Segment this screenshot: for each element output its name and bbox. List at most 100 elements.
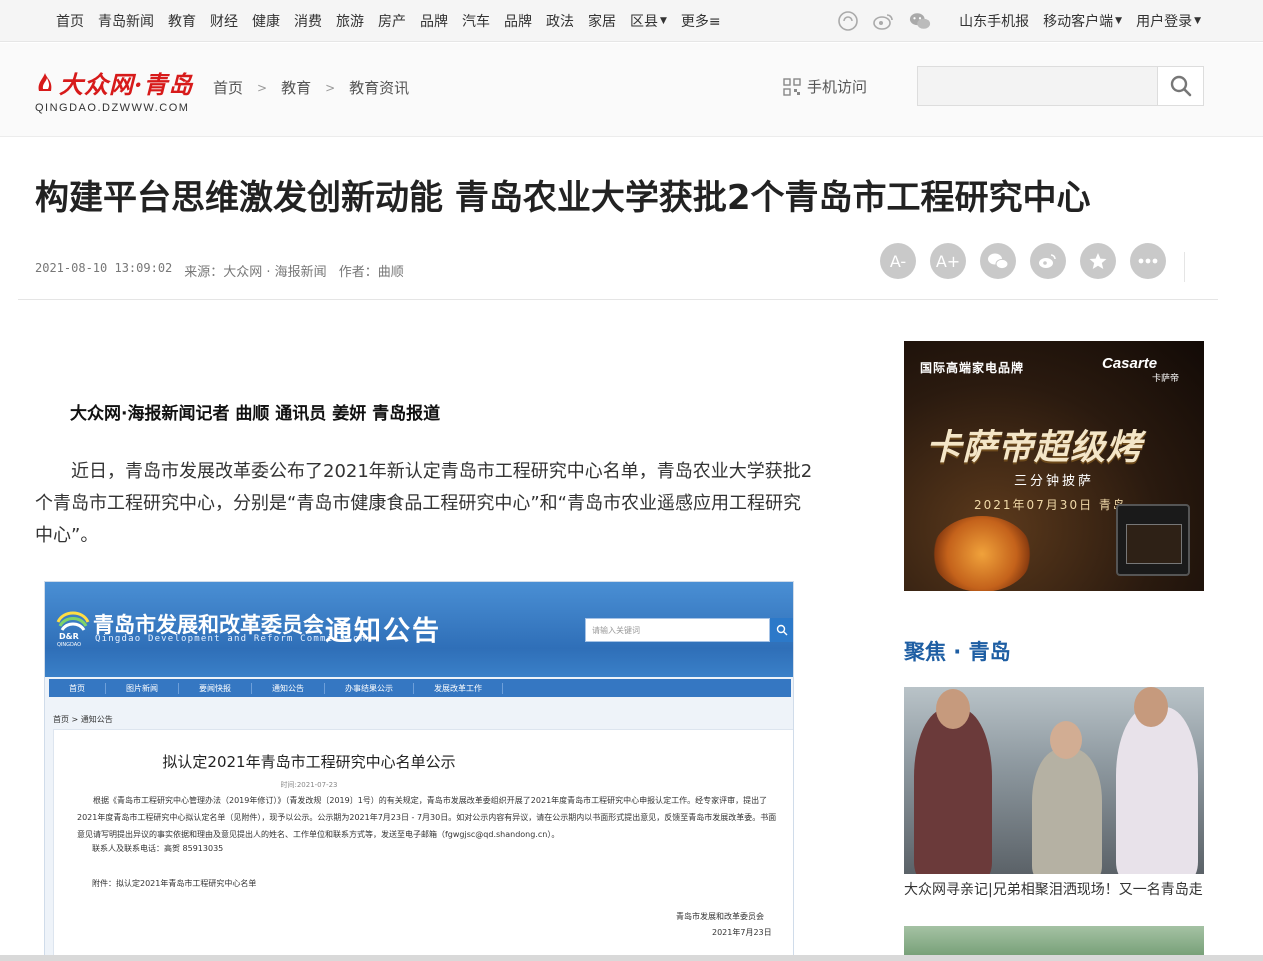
article-meta: 2021-08-10 13:09:02 来源：大众网 · 海报新闻 作者：曲顺 [35, 261, 404, 280]
mobile-client-link[interactable]: 移动客户端 ▼ [1043, 11, 1122, 31]
ad-oven-window [1126, 524, 1182, 564]
search-button[interactable] [1157, 67, 1203, 105]
embed-nav-item: 首页 [49, 682, 106, 694]
nav-realestate[interactable]: 房产 [378, 11, 406, 31]
embed-doc-time: 时间:2021-07-23 [280, 781, 338, 789]
nav-finance[interactable]: 财经 [210, 11, 238, 31]
star-icon [1089, 253, 1107, 269]
breadcrumb-education[interactable]: 教育 [281, 77, 311, 98]
embed-attachment: 附件：拟认定2021年青岛市工程研究中心名单 [92, 879, 257, 888]
embed-section-tag: 通知公告 [325, 616, 441, 647]
embed-nav-item: 要闻快报 [179, 682, 252, 694]
nav-home[interactable]: 首页 [56, 11, 84, 31]
qr-code-icon [783, 77, 801, 96]
mobile-visit-label: 手机访问 [807, 78, 868, 96]
article-date: 2021-08-10 13:09:02 [35, 261, 173, 275]
ad-tagline: 三分钟披萨 [1014, 474, 1095, 489]
site-header: 大众网·青岛 QINGDAO.DZWWW.COM 首页 > 教育 > 教育资讯 … [0, 43, 1263, 137]
embed-signature-date: 2021年7月23日 [712, 928, 772, 937]
embed-header: D&R QINGDAO 青岛市发展和改革委员会 Qingdao Developm… [45, 582, 793, 677]
embed-nav: 首页 图片新闻 要闻快报 通知公告 办事结果公示 发展改革工作 [49, 679, 791, 697]
favorite-button[interactable] [1080, 243, 1116, 279]
ad-pizza-image [932, 516, 1032, 591]
nav-consumption[interactable]: 消费 [294, 11, 322, 31]
news-caption[interactable]: 大众网寻亲记|兄弟相聚泪洒现场！又一名青岛走 [904, 879, 1204, 899]
embed-nav-item: 办事结果公示 [325, 682, 414, 694]
top-nav-bar: 首页 青岛新闻 教育 财经 健康 消费 旅游 房产 品牌 汽车 品牌 政法 家居… [0, 0, 1263, 42]
shandong-mobile-news-link[interactable]: 山东手机报 [959, 11, 1029, 31]
mobile-visit-link[interactable]: 手机访问 [783, 76, 867, 97]
share-weibo-button[interactable] [1030, 243, 1066, 279]
logo-domain: QINGDAO.DZWWW.COM [35, 102, 190, 114]
embed-logo-sub: QINGDAO [57, 642, 82, 648]
ad-oven-image [1116, 504, 1190, 576]
more-dots-icon [1138, 258, 1158, 264]
photo-person [1032, 749, 1102, 874]
photo-person [914, 709, 992, 874]
top-nav: 首页 青岛新闻 教育 财经 健康 消费 旅游 房产 品牌 汽车 品牌 政法 家居… [56, 0, 735, 42]
chevron-right-icon: > [257, 80, 268, 95]
share-wechat-button[interactable] [980, 243, 1016, 279]
breadcrumb-home[interactable]: 首页 [213, 77, 243, 98]
focus-section-title: 聚焦 · 青岛 [904, 640, 1011, 664]
embed-nav-item: 通知公告 [252, 682, 325, 694]
ad-headline: 卡萨帝超级烤 [926, 428, 1143, 468]
nav-brand-2[interactable]: 品牌 [504, 11, 532, 31]
embed-document: 拟认定2021年青岛市工程研究中心名单公示 时间:2021-07-23 根据《青… [53, 729, 793, 960]
article-author: 作者：曲顺 [338, 265, 404, 280]
article-source: 来源：大众网 · 海报新闻 [184, 265, 327, 280]
article-byline: 大众网·海报新闻记者 曲顺 通讯员 姜妍 青岛报道 [70, 404, 441, 424]
font-decrease-button[interactable]: A- [880, 243, 916, 279]
photo-head [1134, 687, 1168, 727]
ad-brand-left: 国际高端家电品牌 [920, 361, 1025, 375]
wechat-icon[interactable] [909, 10, 931, 32]
logo-text: 大众网·青岛 [59, 70, 194, 99]
wechat-icon [988, 253, 1009, 270]
ad-brand-right: Casarte [1102, 355, 1158, 372]
nav-districts[interactable]: 区县 ▼ [630, 11, 667, 31]
article-paragraph: 近日，青岛市发展改革委公布了2021年新认定青岛市工程研究中心名单，青岛农业大学… [35, 461, 813, 546]
wechat-circle-icon[interactable] [837, 10, 859, 32]
sidebar-ad[interactable]: 国际高端家电品牌 Casarte 卡萨帝 卡萨帝超级烤 三分钟披萨 2021年0… [904, 341, 1204, 591]
nav-home-living[interactable]: 家居 [588, 11, 616, 31]
site-logo[interactable]: 大众网·青岛 QINGDAO.DZWWW.COM [35, 65, 195, 115]
more-button[interactable] [1130, 243, 1166, 279]
embed-doc-body: 根据《青岛市工程研究中心管理办法（2019年修订）》（青发改规〔2019〕1号）… [77, 796, 777, 839]
search-icon [1170, 75, 1191, 97]
user-login-label: 用户登录 [1136, 14, 1193, 30]
embed-nav-item: 发展改革工作 [414, 682, 503, 694]
embed-signature: 青岛市发展和改革委员会 [676, 912, 764, 921]
photo-person [1116, 707, 1198, 874]
article-title: 构建平台思维激发创新动能 青岛农业大学获批2个青岛市工程研究中心 [35, 178, 1091, 218]
embed-logo-text: D&R [59, 632, 79, 641]
nav-education[interactable]: 教育 [168, 11, 196, 31]
breadcrumb-education-news[interactable]: 教育资讯 [349, 77, 409, 98]
nav-travel[interactable]: 旅游 [336, 11, 364, 31]
chevron-right-icon: > [325, 80, 336, 95]
embed-search-input: 请输入关键词 [585, 618, 770, 642]
nav-more[interactable]: 更多≡ [681, 11, 721, 31]
photo-head [1050, 721, 1082, 759]
nav-health[interactable]: 健康 [252, 11, 280, 31]
ad-date: 2021年07月30日 青岛 [974, 498, 1127, 512]
chevron-down-icon: ▼ [1115, 16, 1123, 26]
news-image[interactable] [904, 687, 1204, 874]
nav-qingdao-news[interactable]: 青岛新闻 [98, 11, 154, 31]
nav-brand[interactable]: 品牌 [420, 11, 448, 31]
search-icon [776, 624, 788, 636]
nav-politics-law[interactable]: 政法 [546, 11, 574, 31]
article-tools: A- A+ [880, 243, 1180, 279]
embed-doc-title: 拟认定2021年青岛市工程研究中心名单公示 [162, 753, 456, 771]
user-login-link[interactable]: 用户登录 ▼ [1136, 11, 1201, 31]
weibo-icon[interactable] [873, 10, 895, 32]
embed-search-button [770, 618, 793, 642]
font-increase-button[interactable]: A+ [930, 243, 966, 279]
tools-divider [1184, 252, 1185, 282]
embed-contact: 联系人及联系电话：高贺 85913035 [92, 844, 224, 853]
search-input[interactable] [918, 67, 1158, 105]
embed-breadcrumb: 首页 > 通知公告 [53, 715, 113, 724]
mobile-client-label: 移动客户端 [1043, 14, 1114, 30]
nav-auto[interactable]: 汽车 [462, 11, 490, 31]
title-divider [18, 299, 1218, 300]
top-right-links: 山东手机报 移动客户端 ▼ 用户登录 ▼ [837, 0, 1201, 42]
